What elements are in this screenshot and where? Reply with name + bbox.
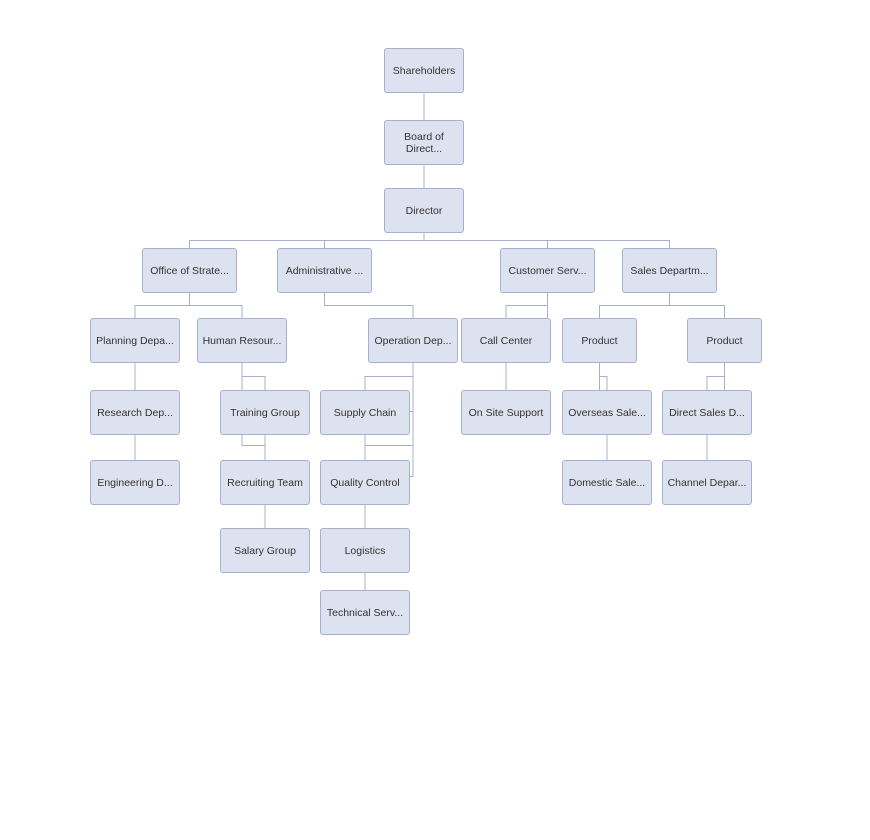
connection-office_strat-planning	[135, 293, 190, 318]
connection-director-office_strat	[190, 233, 425, 248]
node-sales_dept[interactable]: Sales Departm...	[622, 248, 717, 293]
node-tech_serv[interactable]: Technical Serv...	[320, 590, 410, 635]
node-quality[interactable]: Quality Control	[320, 460, 410, 505]
connection-ops-supply_chain	[365, 363, 413, 390]
node-product2[interactable]: Product	[687, 318, 762, 363]
node-customer_serv[interactable]: Customer Serv...	[500, 248, 595, 293]
node-shareholders[interactable]: Shareholders	[384, 48, 464, 93]
node-channel[interactable]: Channel Depar...	[662, 460, 752, 505]
connection-admin-ops	[325, 293, 414, 318]
connection-sales_dept-product2	[670, 293, 725, 318]
connection-director-customer_serv	[424, 233, 548, 248]
connection-sales_dept-product1	[600, 293, 670, 318]
node-admin[interactable]: Administrative ...	[277, 248, 372, 293]
node-director[interactable]: Director	[384, 188, 464, 233]
org-chart-canvas: Shareholders Board of Direct... Director Of…	[0, 0, 870, 840]
node-hr[interactable]: Human Resour...	[197, 318, 287, 363]
node-planning[interactable]: Planning Depa...	[90, 318, 180, 363]
node-supply_chain[interactable]: Supply Chain	[320, 390, 410, 435]
connection-director-admin	[325, 233, 425, 248]
connection-customer_serv-call_center	[506, 293, 548, 318]
node-training[interactable]: Training Group	[220, 390, 310, 435]
node-ops[interactable]: Operation Dep...	[368, 318, 458, 363]
node-direct_sales[interactable]: Direct Sales D...	[662, 390, 752, 435]
node-on_site[interactable]: On Site Support	[461, 390, 551, 435]
node-logistics[interactable]: Logistics	[320, 528, 410, 573]
node-call_center[interactable]: Call Center	[461, 318, 551, 363]
node-recruiting[interactable]: Recruiting Team	[220, 460, 310, 505]
node-product1[interactable]: Product	[562, 318, 637, 363]
node-research[interactable]: Research Dep...	[90, 390, 180, 435]
connection-product2-direct_sales	[707, 363, 725, 390]
node-domestic_sale[interactable]: Domestic Sale...	[562, 460, 652, 505]
connection-hr-training	[242, 363, 265, 390]
node-overseas_sale[interactable]: Overseas Sale...	[562, 390, 652, 435]
connection-product1-overseas_sale	[600, 363, 608, 390]
connection-director-sales_dept	[424, 233, 670, 248]
node-engineering[interactable]: Engineering D...	[90, 460, 180, 505]
node-board[interactable]: Board of Direct...	[384, 120, 464, 165]
connection-office_strat-hr	[190, 293, 243, 318]
node-office_strat[interactable]: Office of Strate...	[142, 248, 237, 293]
node-salary[interactable]: Salary Group	[220, 528, 310, 573]
